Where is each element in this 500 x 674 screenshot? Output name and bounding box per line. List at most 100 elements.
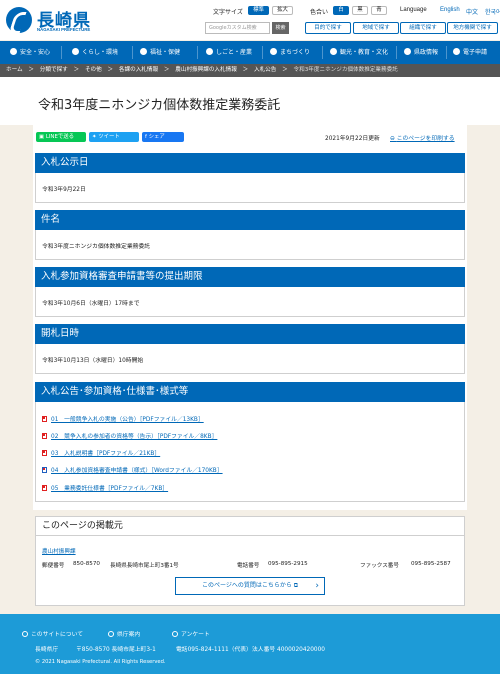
prefgov-icon <box>404 48 411 55</box>
breadcrumb-separator: ＞ <box>107 67 114 73</box>
town-icon <box>270 48 277 55</box>
footer-about-link[interactable]: このサイトについて <box>22 629 83 638</box>
survey-icon <box>172 631 178 637</box>
contact-heading: このページの掲載元 <box>35 516 465 536</box>
footer-corp-number: 法人番号 4000020420000 <box>252 647 325 653</box>
line-icon: ▣ <box>39 134 46 140</box>
pdf-icon <box>42 485 47 491</box>
pdf-icon <box>42 450 47 456</box>
tweet-button[interactable]: ✦ ツイート <box>89 132 139 142</box>
logo-subtitle: NAGASAKI PREFECTURE <box>37 27 91 32</box>
nav-prefgov[interactable]: 県政情報 <box>404 41 438 64</box>
work-icon <box>206 48 213 55</box>
dept-link[interactable]: 農山村振興課 <box>42 547 76 555</box>
lang-chinese-link[interactable]: 中文 <box>466 7 478 16</box>
section-heading: 件名 <box>35 210 465 230</box>
inquiry-button[interactable]: このページへの質問はこちらから ⧉ › <box>175 577 325 595</box>
page-title: 令和3年度ニホンジカ個体数推定業務委託 <box>38 98 281 113</box>
file-link[interactable]: 05 業務委託仕様書［PDFファイル／7KB］ <box>42 483 168 492</box>
find-by-area-button[interactable]: 地域で探す <box>353 22 399 34</box>
breadcrumb-separator: ＞ <box>242 67 249 73</box>
nav-safety[interactable]: 安全・安心 <box>10 41 50 64</box>
breadcrumb-separator: ＞ <box>28 67 35 73</box>
word-icon <box>42 467 47 473</box>
section-text: 令和3年10月6日（水曜日）17時まで <box>42 301 140 307</box>
file-link[interactable]: 02 競争入札の参加者の資格等（告示）［PDFファイル／8KB］ <box>42 431 217 440</box>
postal-code: 850-8570 <box>73 561 100 567</box>
nav-welfare[interactable]: 福祉・保健 <box>140 41 180 64</box>
postal-label: 郵便番号 <box>42 563 65 569</box>
nav-divider <box>396 46 397 59</box>
lang-english-link[interactable]: English <box>440 7 460 13</box>
section-heading: 入札公示日 <box>35 153 465 173</box>
nav-living[interactable]: くらし・環境 <box>72 41 118 64</box>
phone-label: 電話番号 <box>237 563 260 569</box>
breadcrumb-item[interactable]: 入札公告 <box>254 64 276 77</box>
text-size-label: 文字サイズ <box>213 10 243 16</box>
welfare-icon <box>140 48 147 55</box>
footer-office-guide-link[interactable]: 県庁案内 <box>108 629 140 638</box>
nav-divider <box>262 46 263 59</box>
breadcrumb-item[interactable]: その他 <box>85 64 102 77</box>
section-heading: 入札参加資格審査申請書等の提出期限 <box>35 267 465 287</box>
breadcrumb-item[interactable]: 農山村振興課の入札情報 <box>175 64 237 77</box>
lang-korean-link[interactable]: 한국어 <box>485 7 500 16</box>
footer-survey-link[interactable]: アンケート <box>172 629 210 638</box>
color-label: 色合い <box>310 10 329 16</box>
e-application-icon <box>453 48 460 55</box>
breadcrumb-separator: ＞ <box>282 67 288 73</box>
section-text: 令和3年9月22日 <box>42 187 86 193</box>
color-white-button[interactable]: 白 <box>333 6 349 15</box>
fax-number: 095-895-2587 <box>411 561 451 567</box>
find-by-office-button[interactable]: 地方機関で探す <box>447 22 498 34</box>
breadcrumb-current: 令和3年度ニホンジカ個体数推定業務委託 <box>293 67 398 73</box>
section-body <box>35 173 465 203</box>
print-link[interactable]: ⊖ このページを印刷する <box>390 133 455 142</box>
site-footer: このサイトについて 県庁案内 アンケート 長崎県庁 〒850-8570 長崎市尾… <box>0 614 500 674</box>
section-heading: 入札公告･参加資格･仕様書･様式等 <box>35 382 465 402</box>
fax-label: ファックス番号 <box>360 563 399 569</box>
text-size-standard-button[interactable]: 標準 <box>248 6 269 15</box>
footer-org: 長崎県庁 <box>35 647 59 653</box>
building-icon <box>108 631 114 637</box>
breadcrumb-item[interactable]: 各課の入札情報 <box>119 64 158 77</box>
breadcrumb: ホーム ＞ 分類で探す ＞ その他 ＞ 各課の入札情報 ＞ 農山村振興課の入札情… <box>0 64 500 77</box>
find-by-purpose-button[interactable]: 目的で探す <box>305 22 351 34</box>
language-label: Language <box>400 7 427 13</box>
section-text: 令和3年10月13日（水曜日）10時開始 <box>42 358 144 364</box>
nav-tourism[interactable]: 観光・教育・文化 <box>330 41 388 64</box>
info-icon <box>22 631 28 637</box>
tourism-icon <box>330 48 337 55</box>
nav-divider <box>61 46 62 59</box>
file-link[interactable]: 04 入札参加資格審査申請書（様式）［Wordファイル／170KB］ <box>42 465 223 474</box>
nav-divider <box>322 46 323 59</box>
nav-town[interactable]: まちづくり <box>270 41 310 64</box>
search-input[interactable]: Googleカスタム検索 <box>205 22 270 34</box>
find-by-org-button[interactable]: 組織で探す <box>400 22 446 34</box>
facebook-share-button[interactable]: f シェア <box>142 132 184 142</box>
nagasaki-logo-icon <box>6 7 32 33</box>
footer-copyright: © 2021 Nagasaki Prefectural. All Rights … <box>35 659 166 665</box>
nav-divider <box>197 46 198 59</box>
breadcrumb-home[interactable]: ホーム <box>6 64 23 77</box>
search-button[interactable]: 検索 <box>272 22 289 34</box>
breadcrumb-item[interactable]: 分類で探す <box>40 64 68 77</box>
external-link-icon: ⧉ <box>291 582 299 589</box>
nav-e-application[interactable]: 電子申請 <box>453 41 487 64</box>
color-black-button[interactable]: 黒 <box>352 6 368 15</box>
file-link[interactable]: 01 一般競争入札の実施（公告）［PDFファイル／13KB］ <box>42 414 204 423</box>
section-text: 令和3年度ニホンジカ個体数推定業務委託 <box>42 244 151 250</box>
color-blue-button[interactable]: 青 <box>371 6 387 15</box>
footer-phone: 電話095-824-1111（代表） <box>176 647 252 653</box>
living-icon <box>72 48 79 55</box>
footer-address: 〒850-8570 長崎市尾上町3-1 <box>76 647 156 653</box>
file-link[interactable]: 03 入札説明書［PDFファイル／21KB］ <box>42 448 160 457</box>
text-size-large-button[interactable]: 拡大 <box>272 6 293 15</box>
main-nav: 安全・安心 くらし・環境 福祉・保健 しごと・産業 まちづくり 観光・教育・文化… <box>0 41 500 64</box>
pdf-icon <box>42 433 47 439</box>
line-share-button[interactable]: ▣ LINEで送る <box>36 132 86 142</box>
nav-work[interactable]: しごと・産業 <box>206 41 252 64</box>
site-logo[interactable]: 長崎県 NAGASAKI PREFECTURE <box>6 5 114 37</box>
pdf-icon <box>42 416 47 422</box>
contact-body <box>35 536 465 606</box>
